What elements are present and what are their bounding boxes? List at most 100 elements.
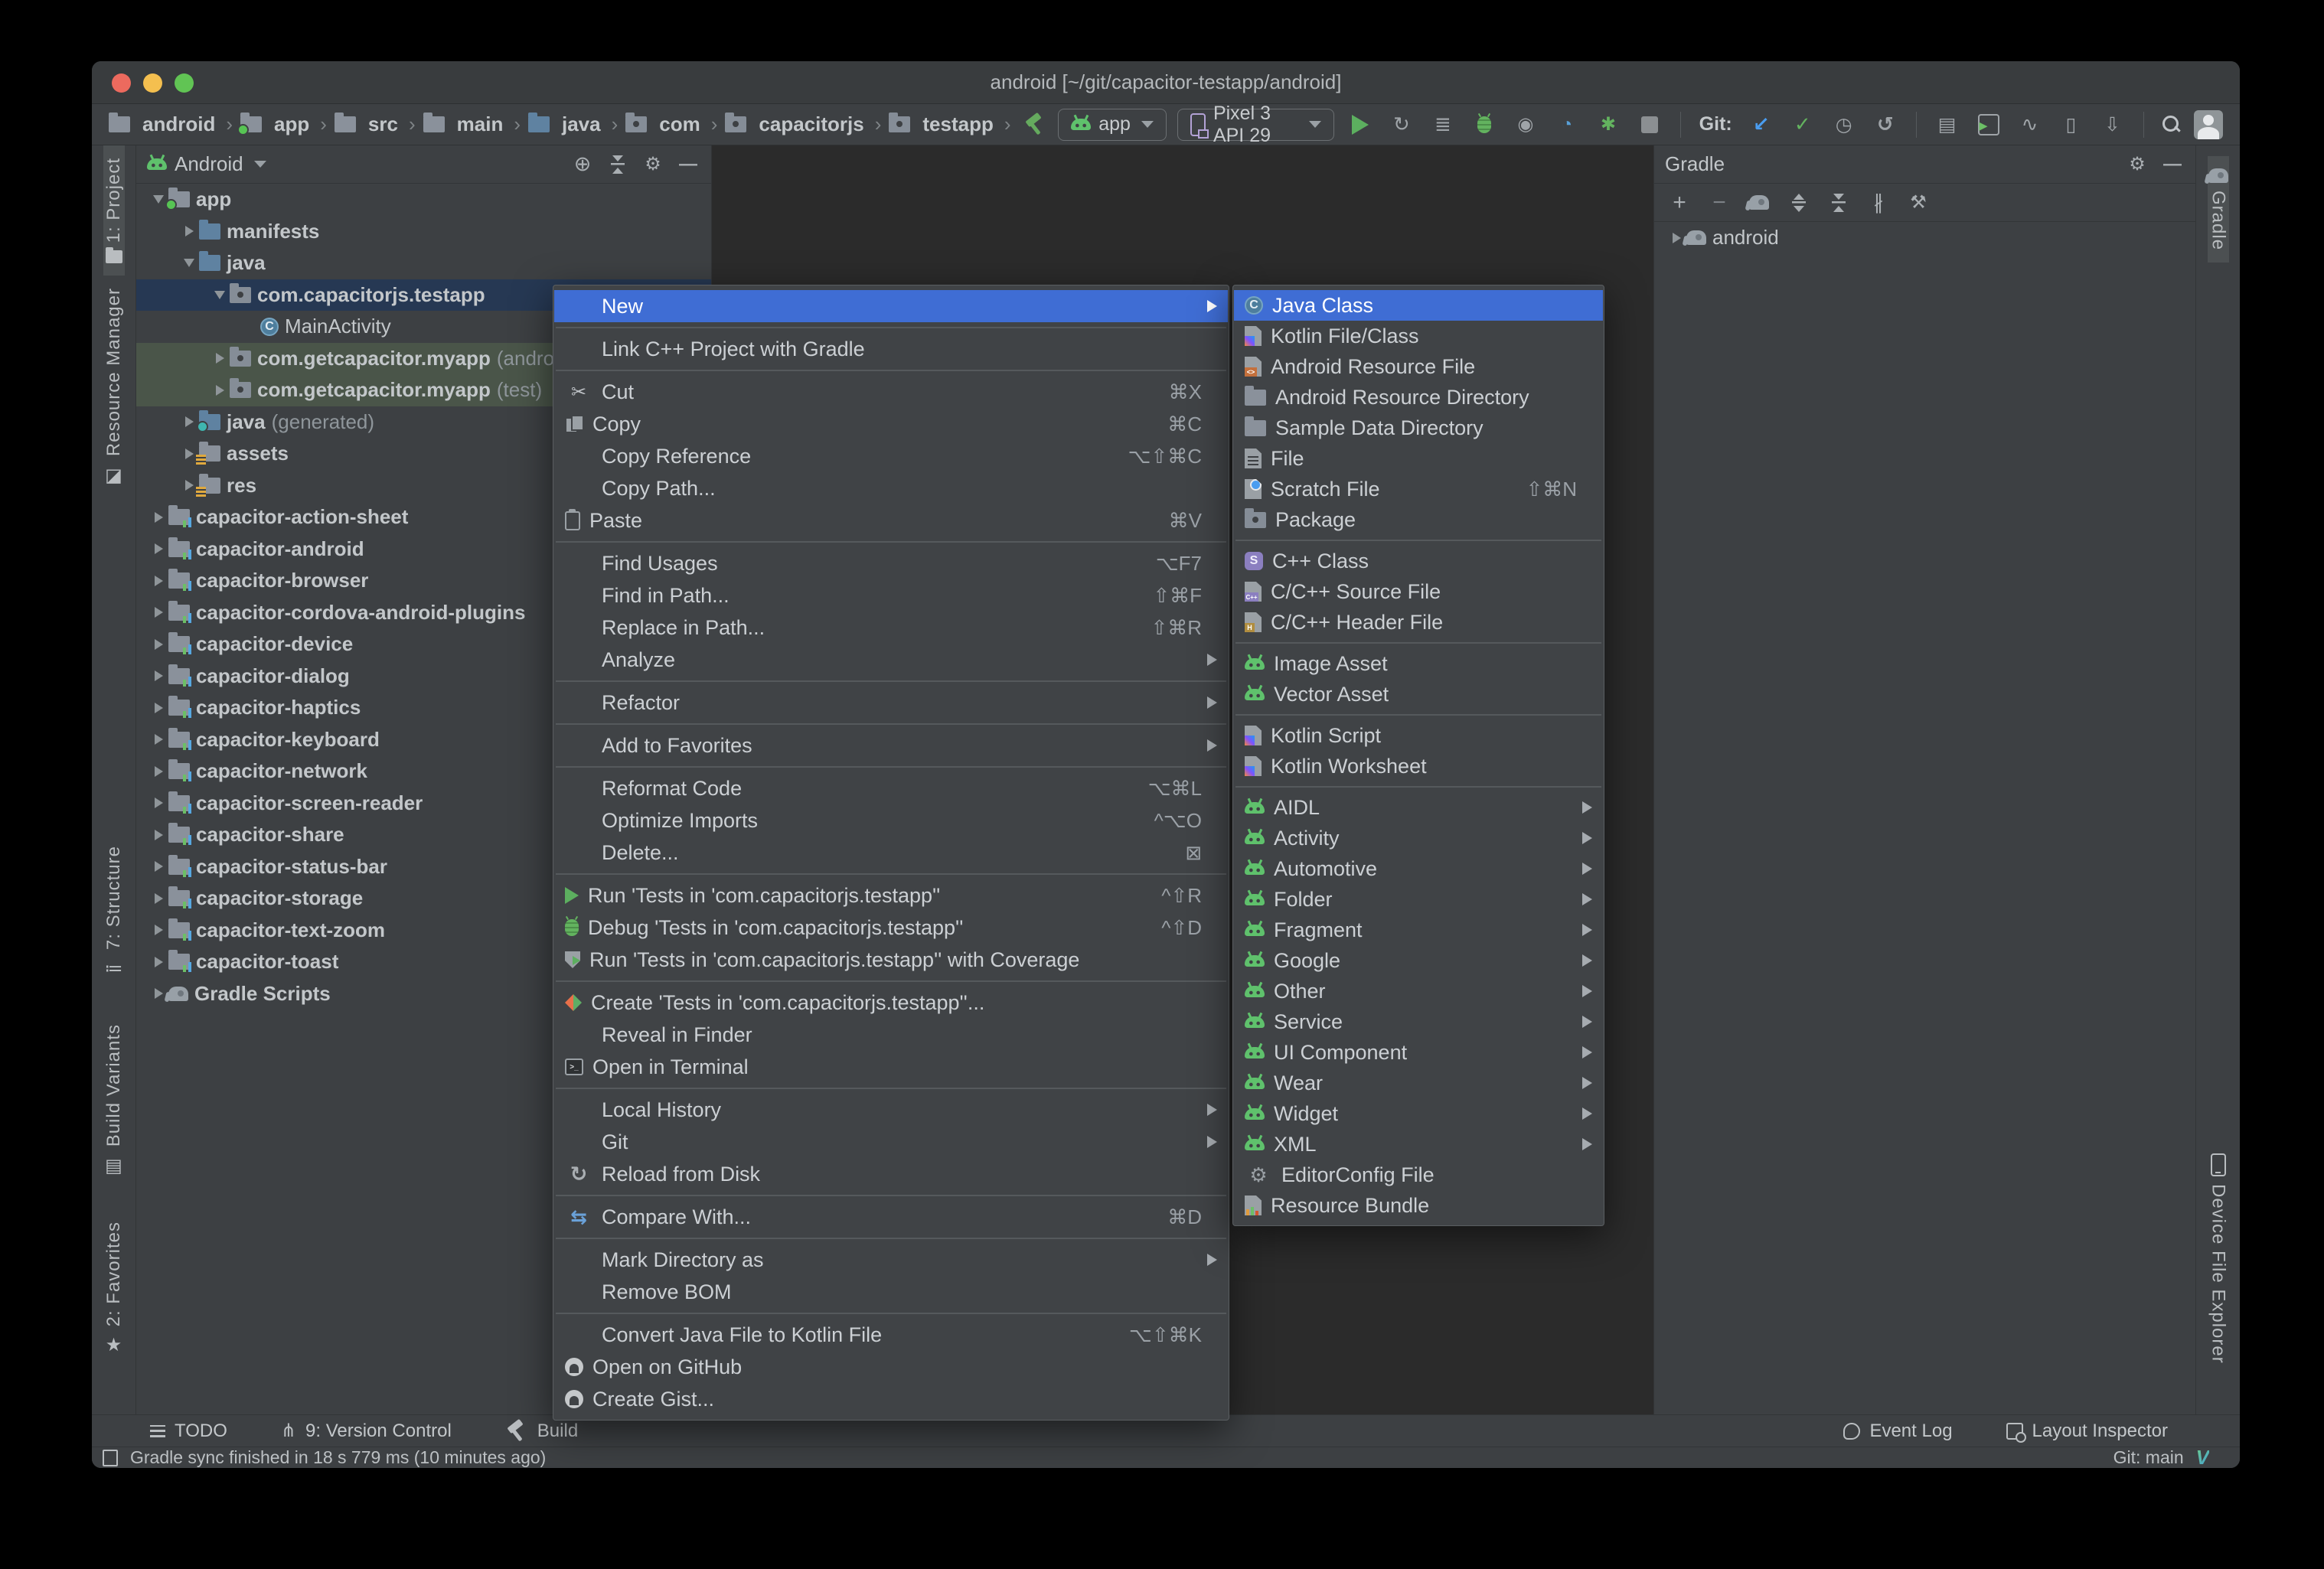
toolbar-icon[interactable]	[1510, 109, 1541, 140]
expand-arrow-icon[interactable]	[179, 259, 199, 267]
submenu-item[interactable]: Android Resource File	[1234, 351, 1603, 382]
menu-item[interactable]: Run 'Tests in 'com.capacitorjs.testapp''…	[554, 879, 1228, 912]
tool-window-tab[interactable]: Build Variants	[103, 1012, 125, 1189]
tool-window-tab[interactable]: 7: Structure	[103, 833, 125, 992]
menu-item[interactable]: Debug 'Tests in 'com.capacitorjs.testapp…	[554, 912, 1228, 944]
submenu-item[interactable]: C/C++ Header File	[1234, 607, 1603, 638]
expand-arrow-icon[interactable]	[179, 226, 199, 236]
menu-item[interactable]: Paste ⌘V	[554, 504, 1228, 537]
submenu-item[interactable]: Kotlin Worksheet	[1234, 751, 1603, 781]
menu-item[interactable]: Cut ⌘X	[554, 376, 1228, 408]
submenu-item[interactable]: Automotive	[1234, 853, 1603, 884]
submenu-item[interactable]: Widget	[1234, 1098, 1603, 1129]
breadcrumb-item[interactable]: main ›	[423, 113, 525, 136]
menu-item[interactable]: Replace in Path... ⇧⌘R	[554, 612, 1228, 644]
breadcrumb-item[interactable]: android ›	[109, 113, 237, 136]
panel-action-icon[interactable]	[570, 152, 595, 177]
expand-arrow-icon[interactable]	[149, 607, 168, 618]
submenu-item[interactable]: EditorConfig File	[1234, 1160, 1603, 1190]
expand-arrow-icon[interactable]	[149, 893, 168, 904]
menu-item[interactable]: Delete... ⊠	[554, 837, 1228, 869]
menu-item[interactable]: Compare With... ⌘D	[554, 1201, 1228, 1233]
tool-window-button[interactable]: Build	[505, 1420, 578, 1443]
tree-row[interactable]: java	[136, 247, 711, 279]
menu-item[interactable]: Find in Path... ⇧⌘F	[554, 579, 1228, 612]
build-hammer-icon[interactable]	[1023, 113, 1046, 136]
panel-action-icon[interactable]	[676, 152, 700, 177]
tree-row[interactable]: manifests	[136, 216, 711, 248]
menu-item[interactable]: Reformat Code ⌥⌘L	[554, 772, 1228, 804]
submenu-item[interactable]: Package	[1234, 504, 1603, 535]
tree-row[interactable]: app	[136, 184, 711, 216]
expand-arrow-icon[interactable]	[149, 703, 168, 713]
expand-arrow-icon[interactable]	[149, 639, 168, 650]
menu-item[interactable]: Open on GitHub	[554, 1351, 1228, 1383]
expand-arrow-icon[interactable]	[210, 291, 230, 299]
submenu-item[interactable]: Fragment	[1234, 915, 1603, 945]
tool-window-tab[interactable]: Resource Manager	[103, 276, 125, 498]
panel-action-icon[interactable]	[605, 152, 630, 177]
menu-item[interactable]: Mark Directory as	[554, 1244, 1228, 1276]
submenu-item[interactable]: XML	[1234, 1129, 1603, 1160]
toolbar-icon[interactable]	[1932, 109, 1963, 140]
avatar[interactable]	[2194, 109, 2224, 139]
toolbar-icon[interactable]	[2097, 109, 2128, 140]
expand-arrow-icon[interactable]	[149, 925, 168, 935]
menu-item[interactable]: Create Gist...	[554, 1383, 1228, 1415]
submenu-item[interactable]: Image Asset	[1234, 648, 1603, 679]
tool-window-tab[interactable]: Gradle	[2207, 156, 2229, 263]
tool-window-tab[interactable]: 1: Project	[103, 145, 125, 276]
expand-arrow-icon[interactable]	[149, 957, 168, 967]
toolbar-icon[interactable]	[1386, 109, 1417, 140]
zoom-window-button[interactable]	[175, 73, 194, 93]
panel-action-icon[interactable]	[641, 152, 665, 177]
breadcrumb-item[interactable]: capacitorjs ›	[725, 113, 886, 136]
expand-arrow-icon[interactable]	[149, 830, 168, 840]
menu-item[interactable]: Local History	[554, 1094, 1228, 1126]
submenu-item[interactable]: Java Class	[1234, 290, 1603, 321]
submenu-item[interactable]: C/C++ Source File	[1234, 576, 1603, 607]
breadcrumb-item[interactable]: java ›	[528, 113, 622, 136]
toolbar-icon[interactable]	[1345, 109, 1376, 140]
submenu-item[interactable]: Resource Bundle	[1234, 1190, 1603, 1221]
breadcrumb-item[interactable]: com ›	[625, 113, 722, 136]
submenu-item[interactable]: Activity	[1234, 823, 1603, 853]
toolbar-icon[interactable]	[1634, 109, 1665, 140]
expand-arrow-icon[interactable]	[210, 353, 230, 364]
submenu-item[interactable]: AIDL	[1234, 792, 1603, 823]
menu-item[interactable]: Refactor	[554, 687, 1228, 719]
menu-item[interactable]: Git	[554, 1126, 1228, 1158]
gradle-toolbar-icon[interactable]	[1706, 190, 1732, 216]
toolbar-icon[interactable]	[1593, 109, 1624, 140]
menu-item[interactable]: Run 'Tests in 'com.capacitorjs.testapp''…	[554, 944, 1228, 976]
breadcrumb-item[interactable]: app ›	[237, 113, 331, 136]
panel-action-icon[interactable]	[2125, 152, 2149, 177]
expand-arrow-icon[interactable]	[210, 385, 230, 396]
gradle-toolbar-icon[interactable]	[1746, 190, 1772, 216]
submenu-item[interactable]: UI Component	[1234, 1037, 1603, 1068]
breadcrumb-item[interactable]: testapp ›	[889, 113, 1015, 136]
menu-item[interactable]: Optimize Imports ^⌥O	[554, 804, 1228, 837]
menu-item[interactable]: Add to Favorites	[554, 729, 1228, 762]
close-window-button[interactable]	[112, 73, 131, 93]
menu-item[interactable]: Remove BOM	[554, 1276, 1228, 1308]
submenu-item[interactable]: Kotlin Script	[1234, 720, 1603, 751]
menu-item[interactable]: Analyze	[554, 644, 1228, 676]
tool-window-tab[interactable]: 2: Favorites	[103, 1209, 125, 1368]
submenu-item[interactable]: Sample Data Directory	[1234, 413, 1603, 443]
menu-item[interactable]: Convert Java File to Kotlin File ⌥⇧⌘K	[554, 1319, 1228, 1351]
menu-item[interactable]: Copy Path...	[554, 472, 1228, 504]
menu-item[interactable]: Copy ⌘C	[554, 408, 1228, 440]
tool-window-tab[interactable]: Device File Explorer	[2208, 1141, 2229, 1376]
submenu-item[interactable]: Service	[1234, 1006, 1603, 1037]
toolbar-icon[interactable]	[1552, 109, 1582, 140]
menu-item[interactable]: Reveal in Finder	[554, 1019, 1228, 1051]
submenu-item[interactable]: File	[1234, 443, 1603, 474]
expand-arrow-icon[interactable]	[149, 543, 168, 554]
menu-item[interactable]: Create 'Tests in 'com.capacitorjs.testap…	[554, 987, 1228, 1019]
submenu-item[interactable]: Kotlin File/Class	[1234, 321, 1603, 351]
expand-arrow-icon[interactable]	[149, 798, 168, 808]
toolbar-icon[interactable]	[1870, 109, 1901, 140]
tool-window-button[interactable]: 9: Version Control	[281, 1420, 452, 1443]
toolbar-icon[interactable]	[1787, 109, 1818, 140]
